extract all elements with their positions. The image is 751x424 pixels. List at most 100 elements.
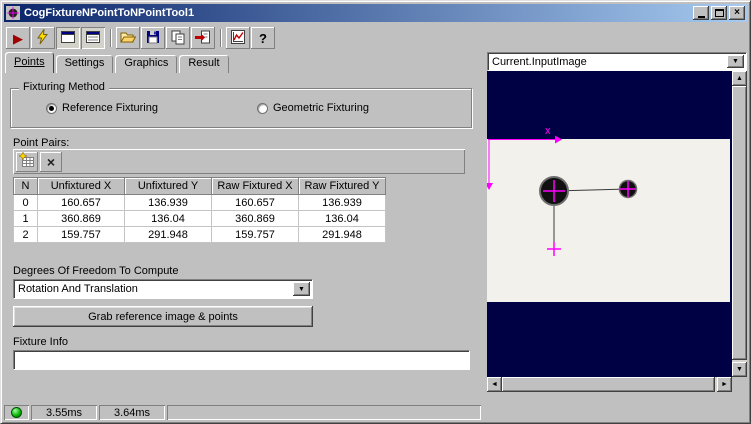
- table-cell[interactable]: 360.869: [37, 210, 125, 227]
- image-display[interactable]: x: [487, 71, 732, 377]
- status-time-2: 3.64ms: [99, 405, 165, 420]
- tab-settings[interactable]: Settings: [55, 55, 114, 73]
- dof-dropdown-button[interactable]: ▼: [293, 282, 310, 296]
- copy-button[interactable]: [166, 27, 190, 49]
- chevron-down-icon: ▼: [298, 285, 305, 293]
- status-led-panel: [4, 405, 29, 420]
- status-message-panel: [167, 405, 481, 420]
- scroll-down-icon: ▼: [736, 366, 743, 373]
- table-row: 2 159.757 291.948 159.757 291.948: [13, 226, 386, 243]
- minimize-button[interactable]: [693, 6, 709, 20]
- dof-label: Degrees Of Freedom To Compute: [13, 265, 179, 277]
- table-cell[interactable]: 136.04: [124, 210, 212, 227]
- image-graphics: x: [487, 125, 730, 302]
- table-cell[interactable]: 160.657: [211, 194, 299, 211]
- geometric-fixturing-radio[interactable]: Geometric Fixturing: [257, 102, 369, 114]
- help-button[interactable]: ?: [251, 27, 275, 49]
- run-button[interactable]: ▶: [6, 27, 30, 49]
- x-axis-label: x: [545, 125, 551, 137]
- show-image-pane-button[interactable]: [56, 27, 80, 49]
- point-pairs-toolbar: ×: [13, 149, 465, 174]
- add-point-pair-button[interactable]: [16, 151, 38, 172]
- scroll-up-icon: ▲: [736, 75, 743, 82]
- dof-combobox[interactable]: Rotation And Translation ▼: [13, 279, 313, 299]
- save-button[interactable]: [141, 27, 165, 49]
- open-button[interactable]: [116, 27, 140, 49]
- fixturing-method-group: Fixturing Method Reference Fixturing Geo…: [10, 81, 472, 128]
- help-icon: ?: [259, 30, 267, 46]
- run-once-button[interactable]: [31, 27, 55, 49]
- import-arrow-icon: [195, 29, 211, 48]
- table-cell[interactable]: 136.939: [124, 194, 212, 211]
- delete-icon: ×: [46, 153, 56, 170]
- scroll-right-icon: ►: [721, 381, 728, 388]
- tab-points[interactable]: Points: [5, 52, 54, 73]
- floppy-icon: [145, 29, 161, 48]
- close-button[interactable]: ×: [729, 6, 745, 20]
- new-grid-icon: [18, 151, 35, 171]
- toolbar-separator: [110, 29, 112, 47]
- column-header: Unfixtured X: [37, 177, 125, 195]
- titlebar[interactable]: CogFixtureNPointToNPointTool1 ×: [4, 4, 747, 22]
- radio-icon: [46, 102, 57, 114]
- minimize-icon: [697, 15, 705, 18]
- tab-graphics[interactable]: Graphics: [115, 55, 178, 73]
- fixture-info-input[interactable]: [13, 350, 470, 370]
- image-horizontal-scrollbar[interactable]: ◄ ►: [487, 377, 732, 392]
- reference-fixturing-label: Reference Fixturing: [62, 102, 158, 114]
- table-cell[interactable]: 136.939: [298, 194, 386, 211]
- column-header: Unfixtured Y: [124, 177, 212, 195]
- table-cell[interactable]: 291.948: [124, 226, 212, 243]
- scroll-left-button[interactable]: ◄: [487, 377, 502, 392]
- table-cell[interactable]: 136.04: [298, 210, 386, 227]
- import-button[interactable]: [191, 27, 215, 49]
- maximize-icon: [714, 9, 724, 17]
- scroll-left-icon: ◄: [491, 381, 498, 388]
- grab-reference-button[interactable]: Grab reference image & points: [13, 306, 313, 327]
- show-controls-pane-button[interactable]: [81, 27, 105, 49]
- table-cell[interactable]: 159.757: [37, 226, 125, 243]
- reference-fixturing-radio[interactable]: Reference Fixturing: [46, 102, 158, 114]
- table-cell[interactable]: 160.657: [37, 194, 125, 211]
- statusbar: 3.55ms 3.64ms: [4, 403, 747, 422]
- tabstrip: Points Settings Graphics Result: [5, 52, 231, 73]
- image-source-value: Current.InputImage: [492, 56, 587, 68]
- table-row: 0 160.657 136.939 160.657 136.939: [13, 194, 386, 211]
- image-vertical-scrollbar[interactable]: ▲ ▼: [732, 71, 747, 377]
- tab-result[interactable]: Result: [179, 55, 229, 73]
- lightning-icon: [35, 27, 51, 48]
- window-icon: [6, 6, 20, 20]
- fixture-info-label: Fixture Info: [13, 336, 69, 348]
- geometric-fixturing-label: Geometric Fixturing: [273, 102, 369, 114]
- table-cell[interactable]: 0: [13, 194, 38, 211]
- main-toolbar: ▶ ?: [6, 26, 276, 50]
- toolbar-separator: [220, 29, 222, 47]
- point-pairs-label: Point Pairs:: [13, 137, 70, 149]
- table-cell[interactable]: 360.869: [211, 210, 299, 227]
- delete-point-pair-button[interactable]: ×: [40, 151, 62, 172]
- table-header-row: N Unfixtured X Unfixtured Y Raw Fixtured…: [13, 177, 386, 195]
- tool-edit-window: CogFixtureNPointToNPointTool1 × ▶ ? Poin…: [0, 0, 751, 424]
- table-cell[interactable]: 291.948: [298, 226, 386, 243]
- maximize-button[interactable]: [711, 6, 727, 20]
- controls-pane-icon: [85, 29, 101, 48]
- image-source-dropdown-button[interactable]: ▼: [727, 55, 744, 68]
- image-pane-icon: [60, 29, 76, 48]
- scroll-up-button[interactable]: ▲: [732, 71, 747, 86]
- image-source-combobox[interactable]: Current.InputImage ▼: [487, 52, 747, 71]
- horizontal-scroll-thumb[interactable]: [502, 377, 715, 392]
- results-graph-button[interactable]: [226, 27, 250, 49]
- dof-value: Rotation And Translation: [18, 283, 138, 295]
- scroll-right-button[interactable]: ►: [717, 377, 732, 392]
- table-cell[interactable]: 159.757: [211, 226, 299, 243]
- graph-icon: [230, 29, 246, 48]
- scroll-down-button[interactable]: ▼: [732, 362, 747, 377]
- scrollbar-corner: [732, 377, 747, 392]
- table-cell[interactable]: 2: [13, 226, 38, 243]
- acquired-image-region: [487, 139, 730, 302]
- copy-icon: [170, 29, 186, 48]
- column-header: N: [13, 177, 38, 195]
- point-pairs-table: N Unfixtured X Unfixtured Y Raw Fixtured…: [13, 177, 386, 243]
- table-cell[interactable]: 1: [13, 210, 38, 227]
- vertical-scroll-thumb[interactable]: [732, 86, 747, 360]
